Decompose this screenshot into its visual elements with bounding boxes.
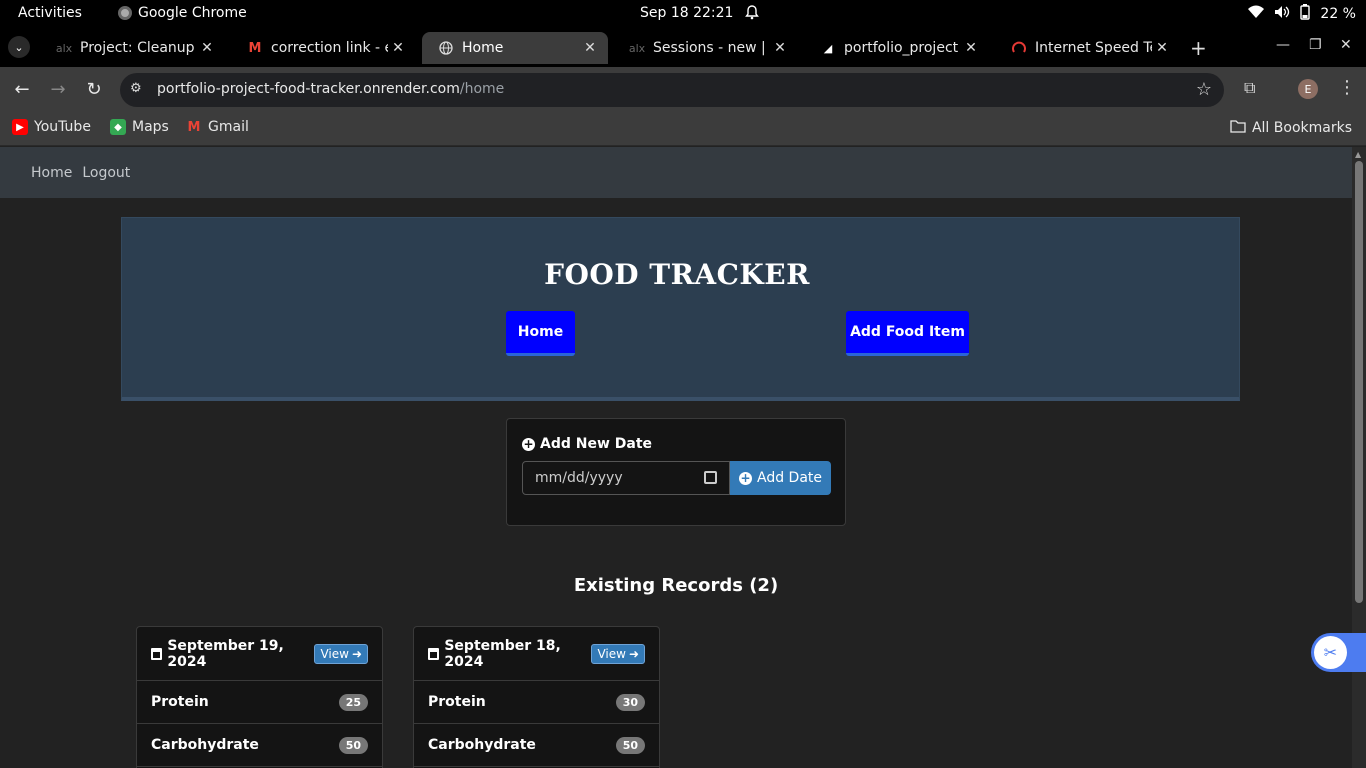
chrome-menu-icon[interactable]: ⋮ [1338,77,1356,98]
floating-extension-button[interactable]: ✂ [1311,633,1366,672]
profile-avatar[interactable]: E [1298,79,1318,99]
record-date: September 18, 2024 [428,638,591,670]
browser-toolbar: ← → ↻ ⚙ portfolio-project-food-tracker.o… [0,67,1366,112]
maps-icon: ◆ [110,119,126,135]
plus-circle-icon: + [522,436,535,451]
bookmark-star-icon[interactable]: ☆ [1196,79,1212,100]
tab-close-icon[interactable]: ✕ [580,40,600,56]
bookmark-maps[interactable]: ◆ Maps [110,119,169,135]
nutrient-row: Protein 25 [137,681,382,724]
nav-home-link[interactable]: Home [31,165,72,181]
view-record-button[interactable]: View ➜ [591,643,645,664]
plus-circle-icon: + [738,470,752,485]
arrow-right-icon: ➜ [628,646,639,661]
tab-search-chevron-icon[interactable]: ⌄ [8,36,30,58]
calendar-icon [151,647,163,660]
new-tab-plus-icon[interactable]: + [1190,36,1207,60]
records-heading: Existing Records (2) [573,575,779,596]
record-card: September 19, 2024 View ➜ Protein 25 Car… [136,626,383,768]
reload-icon[interactable]: ↻ [82,77,106,101]
globe-icon [438,40,454,56]
wifi-icon [1248,5,1265,23]
tab-sessions[interactable]: alx Sessions - new | In ✕ [613,32,798,64]
notification-bell-icon[interactable] [744,4,760,24]
date-input[interactable]: mm/dd/yyyy [522,461,730,495]
hero-banner: FOOD TRACKER Home Add Food Item [121,217,1240,401]
site-info-icon[interactable]: ⚙ [130,81,142,96]
battery-percent: 22 % [1320,6,1356,22]
add-date-card: + Add New Date mm/dd/yyyy + Add Date [506,418,846,526]
chrome-icon [118,6,132,20]
add-date-label: + Add New Date [522,436,653,452]
render-icon: ◢ [823,41,833,55]
tab-project-cleanup[interactable]: alx Project: Cleanup y ✕ [40,32,225,64]
page-scrollbar[interactable]: ▲ [1352,147,1366,768]
nutrient-row: Carbohydrate 50 [414,724,659,767]
address-bar[interactable]: ⚙ portfolio-project-food-tracker.onrende… [120,73,1224,107]
tab-close-icon[interactable]: ✕ [961,40,981,56]
app-menu[interactable]: Google Chrome [118,5,247,21]
nutrient-value-badge: 30 [615,693,645,711]
alx-icon: alx [55,41,73,55]
arrow-right-icon: ➜ [351,646,362,661]
calendar-icon[interactable] [704,471,717,484]
gmail-icon: M [248,40,262,56]
app-name-label: Google Chrome [138,5,247,21]
extensions-puzzle-icon[interactable]: ⧉ [1244,78,1255,98]
back-arrow-icon[interactable]: ← [10,77,34,101]
view-record-button[interactable]: View ➜ [314,643,368,664]
tab-strip: ⌄ alx Project: Cleanup y ✕ M correction … [0,27,1366,67]
record-card: September 18, 2024 View ➜ Protein 30 Car… [413,626,660,768]
nutrient-row: Carbohydrate 50 [137,724,382,767]
record-header: September 19, 2024 View ➜ [137,627,382,681]
activities-button[interactable]: Activities [18,5,82,21]
nutrient-value-badge: 25 [338,693,368,711]
alx-icon: alx [628,41,646,55]
bookmarks-bar: ▶ YouTube ◆ Maps M Gmail All Bookmarks [0,112,1366,146]
window-close-icon[interactable]: ✕ [1340,37,1352,53]
scrollbar-thumb[interactable] [1355,161,1363,603]
youtube-icon: ▶ [12,119,28,135]
home-button[interactable]: Home [506,311,575,356]
battery-icon [1300,4,1311,24]
tab-close-icon[interactable]: ✕ [770,40,790,56]
system-top-bar: Activities Google Chrome Sep 18 22:21 22… [0,0,1366,27]
scroll-up-arrow-icon[interactable]: ▲ [1355,150,1361,159]
record-header: September 18, 2024 View ➜ [414,627,659,681]
system-tray[interactable]: 22 % [1248,4,1356,24]
gmail-icon: M [187,119,201,135]
minimize-icon[interactable]: — [1276,37,1290,53]
tab-portfolio-project[interactable]: ◢ portfolio_project ✕ [804,32,989,64]
url-text[interactable]: portfolio-project-food-tracker.onrender.… [157,81,504,97]
bookmark-youtube[interactable]: ▶ YouTube [12,119,91,135]
add-date-button[interactable]: + Add Date [730,461,831,495]
nutrient-value-badge: 50 [338,736,368,754]
all-bookmarks-button[interactable]: All Bookmarks [1230,119,1352,137]
tab-home[interactable]: Home ✕ [422,32,608,64]
restore-icon[interactable]: ❐ [1309,37,1322,53]
page-title: FOOD TRACKER [544,258,810,291]
scissors-icon: ✂ [1314,636,1347,669]
clock[interactable]: Sep 18 22:21 [640,5,733,21]
calendar-icon [428,647,440,660]
record-date: September 19, 2024 [151,638,314,670]
site-navbar: Home Logout [0,147,1352,198]
tab-correction-link[interactable]: M correction link - e ✕ [231,32,416,64]
volume-icon [1274,5,1290,23]
nutrient-value-badge: 50 [615,736,645,754]
tab-close-icon[interactable]: ✕ [388,40,408,56]
folder-icon [1230,119,1246,137]
add-food-item-button[interactable]: Add Food Item [846,311,969,356]
tab-close-icon[interactable]: ✕ [197,40,217,56]
tab-internet-speed[interactable]: Internet Speed Te ✕ [995,32,1180,64]
page-content: Home Logout FOOD TRACKER Home Add Food I… [0,147,1352,768]
nav-logout-link[interactable]: Logout [82,165,130,181]
speedtest-icon [1011,40,1027,56]
bookmark-gmail[interactable]: M Gmail [186,119,249,135]
forward-arrow-icon[interactable]: → [46,77,70,101]
nutrient-row: Protein 30 [414,681,659,724]
tab-close-icon[interactable]: ✕ [1152,40,1172,56]
